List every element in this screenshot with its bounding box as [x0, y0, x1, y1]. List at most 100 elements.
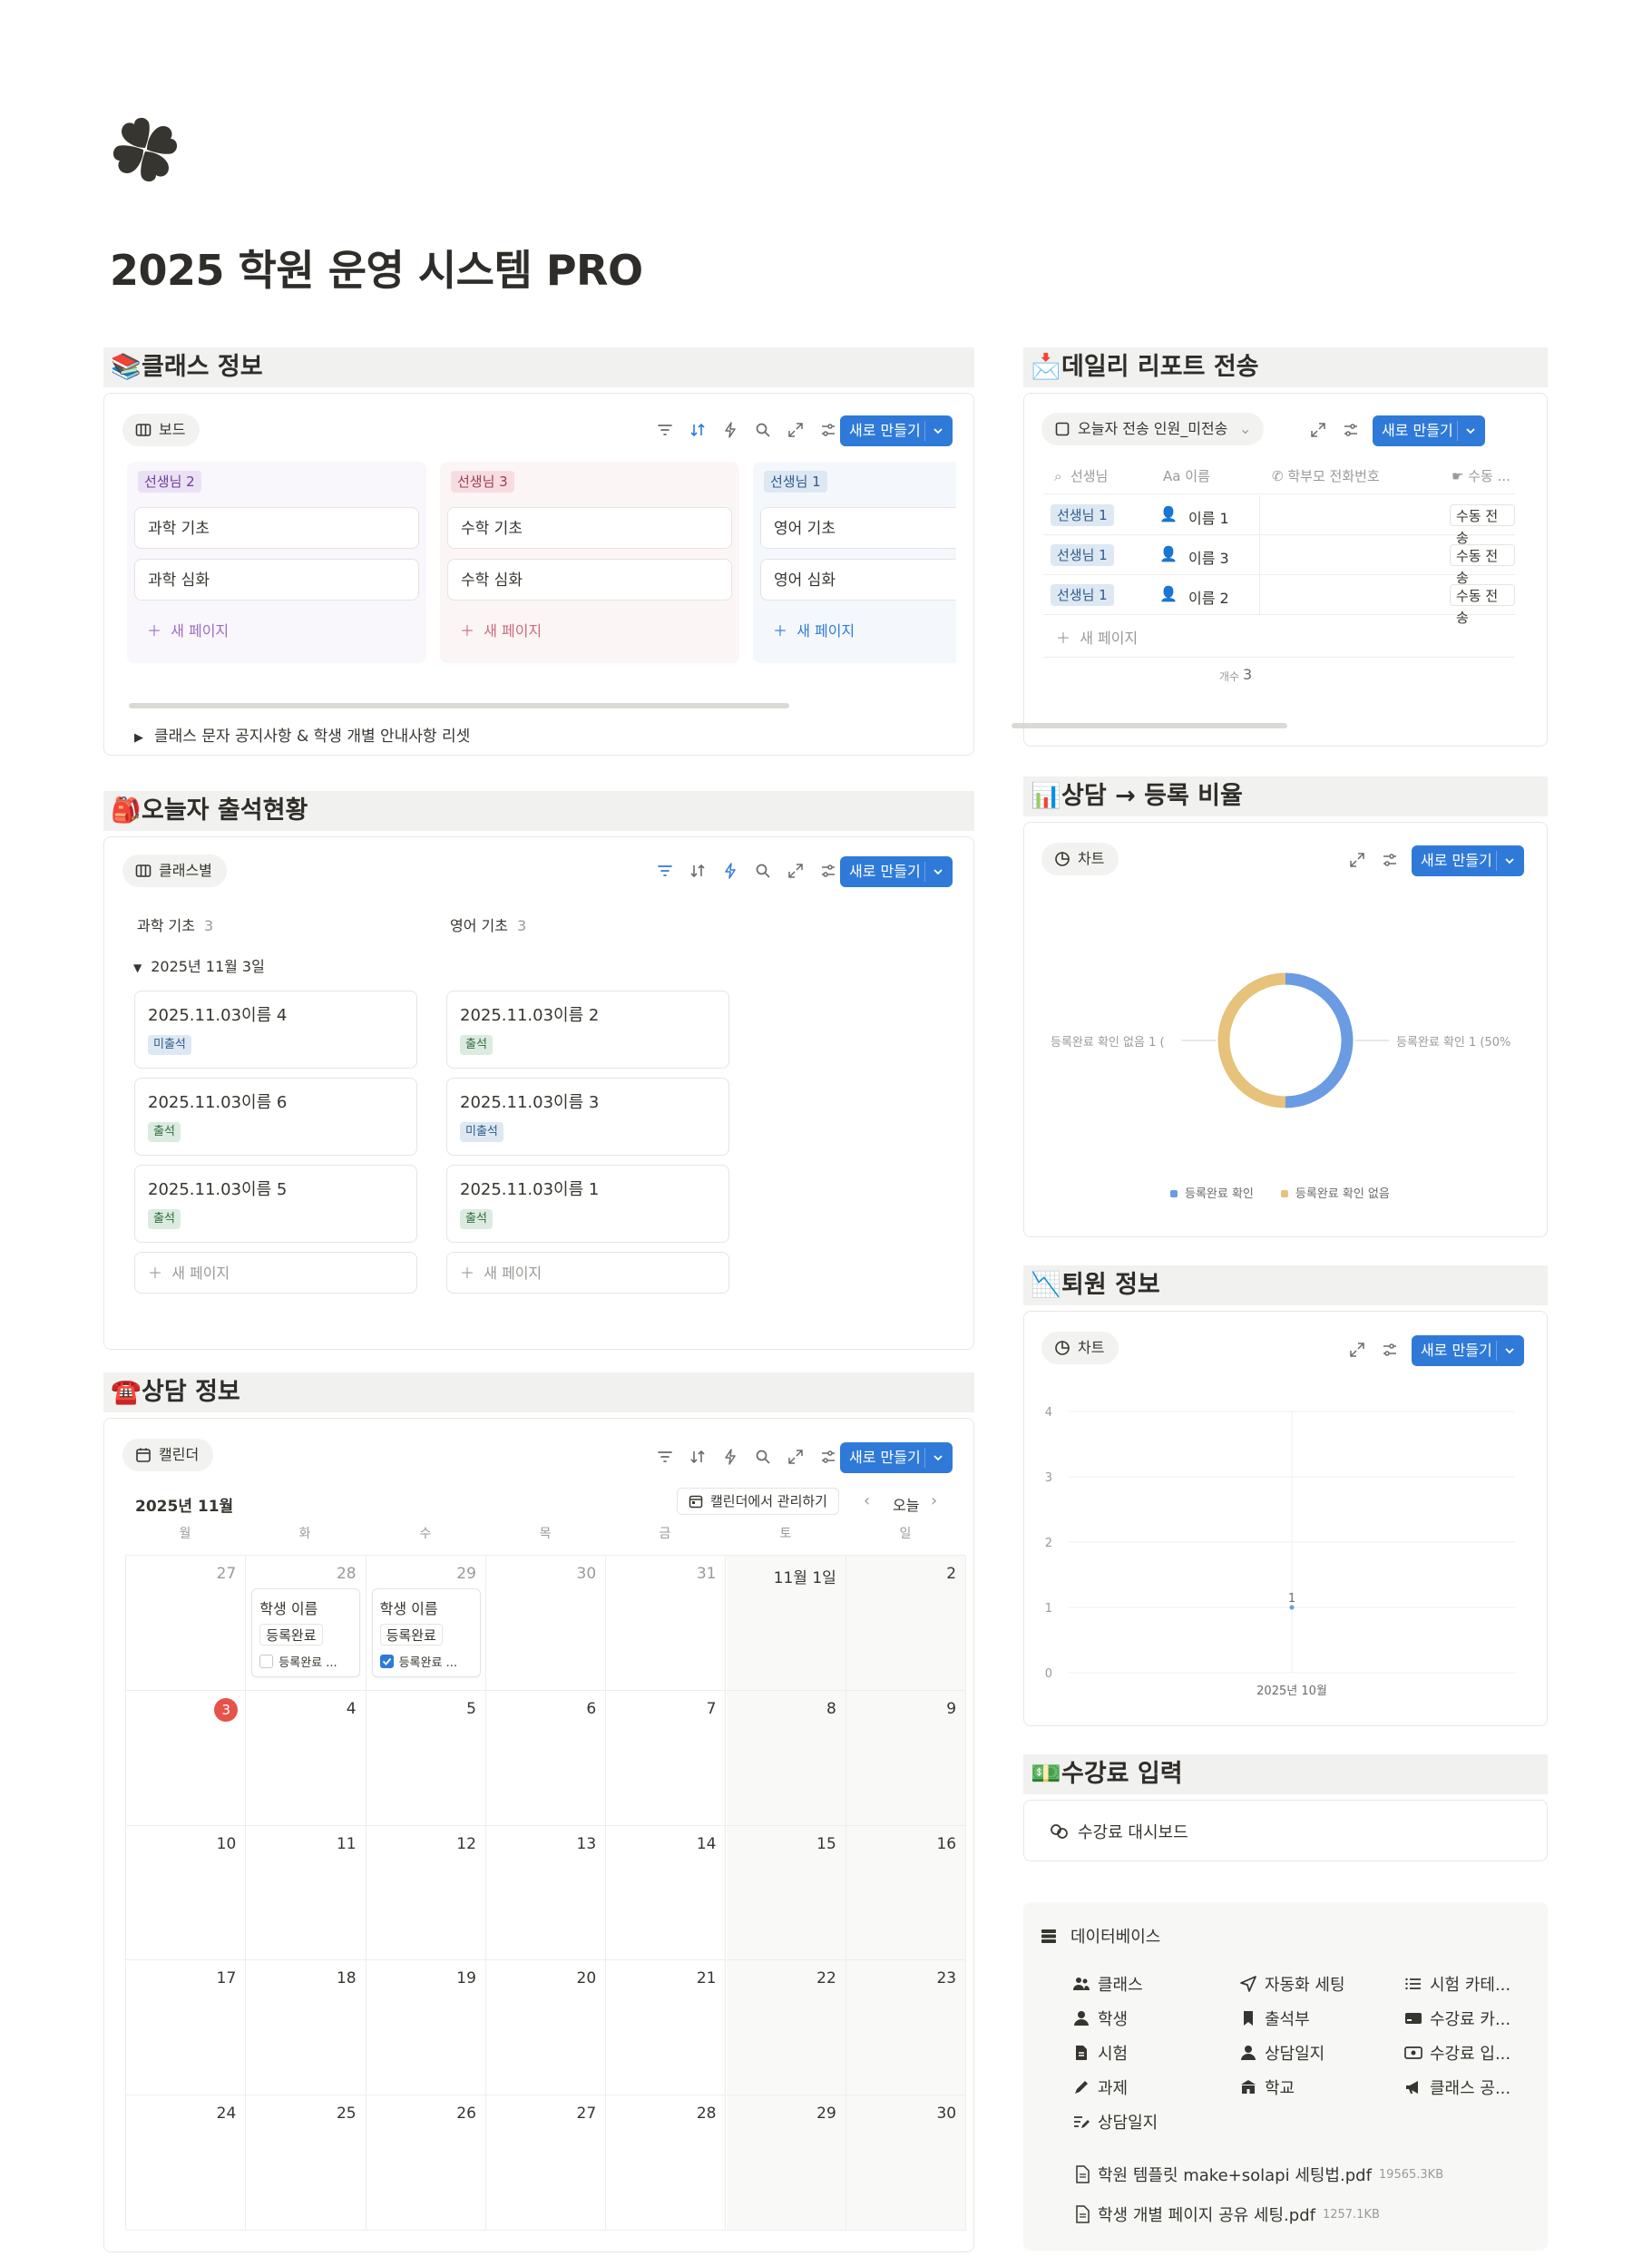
db-link-exam[interactable]: 시험: [1072, 2041, 1128, 2065]
file-attachment[interactable]: 학생 개별 페이지 공유 세팅.pdf 1257.1KB: [1074, 2202, 1380, 2226]
calendar-day-cell[interactable]: 12: [366, 1825, 486, 1961]
attendance-card-item[interactable]: 2025.11.03이름 6 출석: [134, 1078, 417, 1156]
new-page-button[interactable]: ＋ 새 페이지: [760, 610, 855, 652]
class-card[interactable]: 과학 기초: [134, 507, 419, 549]
calendar-day-cell[interactable]: 25: [246, 2095, 367, 2231]
db-link-school[interactable]: 학교: [1239, 2075, 1295, 2099]
view-tab-calendar[interactable]: 캘린더: [122, 1439, 214, 1471]
search-icon[interactable]: [755, 863, 771, 879]
manage-in-calendar-button[interactable]: 캘린더에서 관리하기: [677, 1488, 839, 1515]
calendar-day-cell[interactable]: 18: [246, 1960, 367, 2096]
db-link-exam-category[interactable]: 시험 카테...: [1404, 1972, 1510, 1996]
db-link-student[interactable]: 학생: [1072, 2007, 1128, 2030]
donut-slice[interactable]: [1285, 972, 1354, 1108]
automation-icon[interactable]: [722, 422, 738, 438]
manual-send-button[interactable]: 수동 전송: [1450, 584, 1515, 626]
group-header-english[interactable]: 영어 기초 3: [450, 913, 526, 935]
view-tab-today-unsent[interactable]: 오늘자 전송 인원_미전송 ⌄: [1041, 413, 1265, 445]
table-scrollbar[interactable]: [1012, 723, 1287, 728]
sort-icon[interactable]: [689, 1449, 706, 1465]
automation-icon[interactable]: [722, 1449, 738, 1465]
calendar-day-cell[interactable]: 27: [485, 2095, 607, 2231]
tuition-dashboard-link[interactable]: 수강료 대시보드: [1049, 1820, 1188, 1843]
withdraw-new-button[interactable]: 새로 만들기: [1412, 1335, 1524, 1366]
manual-send-button[interactable]: 수동 전송: [1450, 504, 1515, 546]
db-link-automation[interactable]: 자동화 세팅: [1239, 1972, 1345, 1996]
settings-sliders-icon[interactable]: [1382, 852, 1398, 868]
class-card[interactable]: 영어 심화: [760, 559, 956, 601]
settings-sliders-icon[interactable]: [820, 863, 836, 879]
calendar-day-cell[interactable]: 2: [846, 1556, 967, 1691]
column-header-phone[interactable]: ✆ 학부모 전화번호: [1272, 466, 1380, 485]
db-link-attendance[interactable]: 출석부: [1239, 2007, 1310, 2030]
attendance-card-item[interactable]: 2025.11.03이름 5 출석: [134, 1165, 417, 1243]
expand-icon[interactable]: [1349, 1342, 1365, 1358]
column-header-name[interactable]: Aa 이름: [1163, 466, 1210, 485]
calendar-day-cell[interactable]: 17: [126, 1960, 247, 2096]
class-new-button[interactable]: 새로 만들기: [840, 415, 953, 446]
chevron-down-icon[interactable]: [1503, 1335, 1516, 1366]
calendar-day-cell[interactable]: 15: [726, 1825, 846, 1961]
settings-sliders-icon[interactable]: [1343, 422, 1359, 438]
file-attachment[interactable]: 학원 템플릿 make+solapi 세팅법.pdf 19565.3KB: [1074, 2163, 1443, 2186]
search-icon[interactable]: [755, 422, 771, 438]
event-checkbox-row[interactable]: 등록완료 ...: [259, 1653, 337, 1670]
calendar-day-cell[interactable]: 22: [726, 1960, 846, 2096]
view-tab-byclass[interactable]: 클래스별: [122, 855, 227, 887]
settings-sliders-icon[interactable]: [820, 1449, 836, 1465]
attendance-new-button[interactable]: 새로 만들기: [840, 856, 953, 887]
next-month-chevron-icon[interactable]: ›: [931, 1491, 937, 1510]
table-row[interactable]: 선생님 1 👤 이름 3 수동 전송: [1043, 535, 1515, 586]
prev-month-chevron-icon[interactable]: ‹: [864, 1491, 870, 1510]
expand-icon[interactable]: [1310, 422, 1326, 438]
legend-item[interactable]: 등록완료 확인: [1170, 1184, 1254, 1201]
calendar-day-cell[interactable]: 14: [606, 1825, 727, 1961]
db-link-class[interactable]: 클래스: [1072, 1972, 1143, 1996]
calendar-day-cell[interactable]: 27: [126, 1556, 247, 1691]
expand-icon[interactable]: [787, 1449, 804, 1465]
new-page-button[interactable]: ＋ 새 페이지: [134, 1252, 417, 1294]
calendar-day-cell[interactable]: 9: [846, 1690, 967, 1826]
calendar-day-cell[interactable]: 5: [366, 1690, 486, 1826]
consult-new-button[interactable]: 새로 만들기: [840, 1442, 953, 1473]
column-header-manual[interactable]: ☛ 수동 ...: [1452, 466, 1510, 485]
calendar-day-cell[interactable]: 6: [485, 1690, 607, 1826]
filter-icon[interactable]: [657, 1449, 673, 1465]
calendar-day-cell[interactable]: 7: [606, 1690, 727, 1826]
column-header-teacher[interactable]: ⌕ 선생님: [1054, 466, 1108, 485]
expand-icon[interactable]: [787, 863, 804, 879]
class-card[interactable]: 수학 심화: [447, 559, 732, 601]
event-checkbox-row[interactable]: 등록완료 ...: [379, 1653, 457, 1670]
new-page-button[interactable]: ＋ 새 페이지: [447, 610, 542, 652]
calendar-day-cell[interactable]: 11: [246, 1825, 367, 1961]
calendar-day-cell[interactable]: 21: [606, 1960, 727, 2096]
expand-icon[interactable]: [787, 422, 804, 438]
calendar-day-cell[interactable]: 3: [126, 1690, 247, 1826]
data-point[interactable]: [1289, 1605, 1295, 1610]
calendar-day-cell[interactable]: 24: [126, 2095, 247, 2231]
board-scrollbar[interactable]: [129, 703, 789, 708]
new-page-button[interactable]: ＋ 새 페이지: [446, 1252, 729, 1294]
reset-toggle[interactable]: ▶ 클래스 문자 공지사항 & 학생 개별 안내사항 리셋: [134, 723, 470, 746]
settings-sliders-icon[interactable]: [820, 422, 836, 438]
attendance-card-item[interactable]: 2025.11.03이름 1 출석: [446, 1165, 729, 1243]
today-button[interactable]: 오늘: [893, 1493, 919, 1515]
search-icon[interactable]: [755, 1449, 771, 1465]
checkbox-empty-icon[interactable]: [259, 1655, 274, 1668]
group-header-science[interactable]: 과학 기초 3: [137, 913, 213, 935]
db-link-tuition-input[interactable]: 수강료 입...: [1404, 2041, 1510, 2065]
expand-icon[interactable]: [1349, 852, 1365, 868]
manual-send-button[interactable]: 수동 전송: [1450, 544, 1515, 586]
calendar-day-cell[interactable]: 16: [846, 1825, 967, 1961]
calendar-day-cell[interactable]: 20: [485, 1960, 607, 2096]
new-page-button[interactable]: ＋ 새 페이지: [1056, 626, 1138, 648]
checkbox-checked-icon[interactable]: [379, 1655, 394, 1668]
calendar-day-cell[interactable]: 23: [846, 1960, 967, 2096]
filter-icon[interactable]: [657, 863, 673, 879]
calendar-day-cell[interactable]: 30: [846, 2095, 967, 2231]
table-row[interactable]: 선생님 1 👤 이름 1 수동 전송: [1043, 495, 1515, 546]
class-card[interactable]: 수학 기초: [447, 507, 732, 549]
daily-new-button[interactable]: 새로 만들기: [1373, 415, 1485, 446]
db-link-homework[interactable]: 과제: [1072, 2075, 1128, 2099]
chevron-down-icon[interactable]: [932, 415, 944, 446]
